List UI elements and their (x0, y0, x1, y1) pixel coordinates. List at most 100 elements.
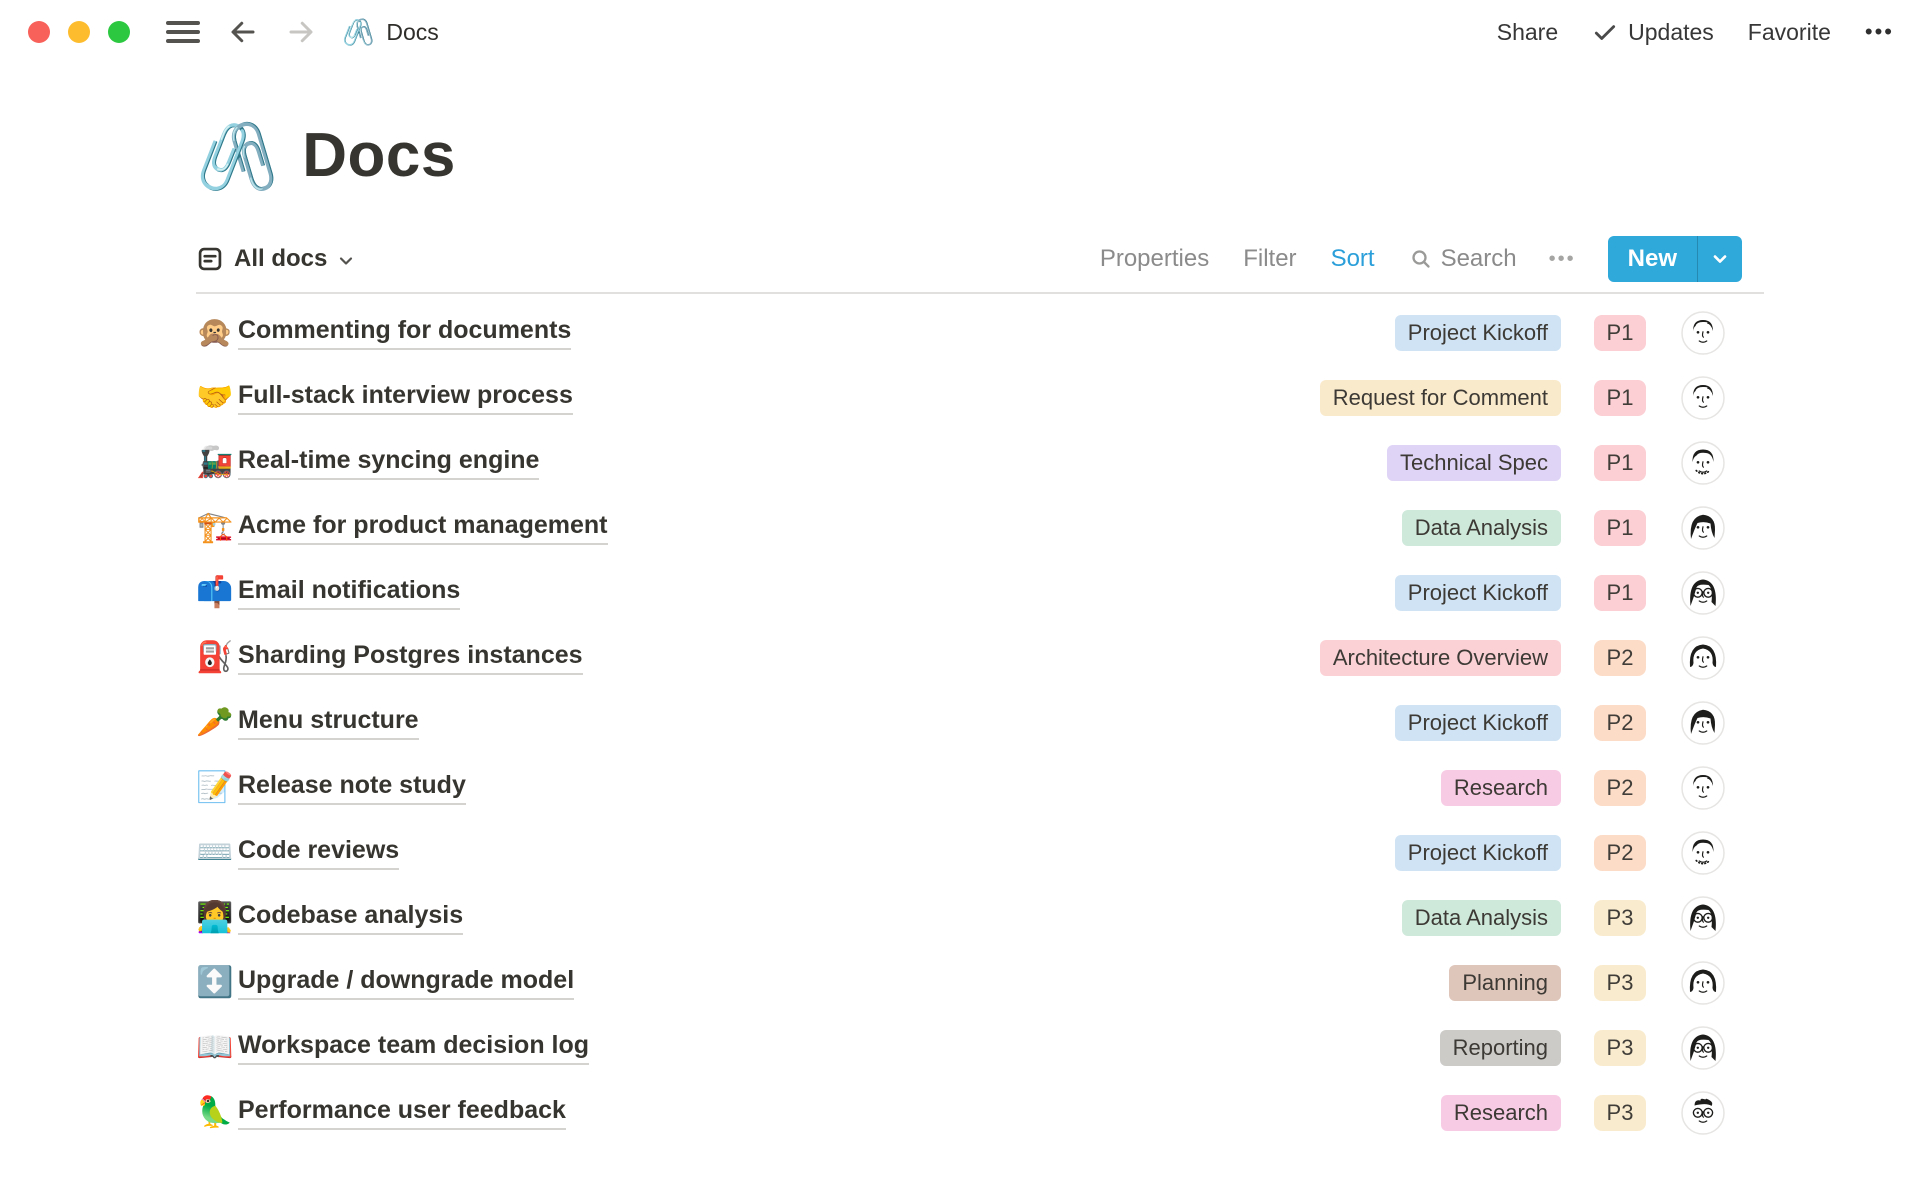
doc-title-link[interactable]: Acme for product management (238, 511, 608, 545)
doc-title-link[interactable]: Code reviews (238, 836, 399, 870)
priority-badge[interactable]: P3 (1594, 900, 1647, 936)
table-row[interactable]: 🚂 Real-time syncing engine Technical Spe… (196, 430, 1764, 495)
doc-type-tag[interactable]: Data Analysis (1402, 510, 1561, 546)
doc-type-tag[interactable]: Project Kickoff (1395, 835, 1561, 871)
doc-type-tag[interactable]: Architecture Overview (1320, 640, 1561, 676)
doc-type-tag[interactable]: Reporting (1440, 1030, 1561, 1066)
assignee-avatar[interactable] (1681, 766, 1725, 810)
priority-badge[interactable]: P1 (1594, 575, 1647, 611)
doc-emoji-icon: ↕️ (196, 968, 238, 998)
doc-emoji-icon: 🥕 (196, 708, 238, 738)
favorite-button[interactable]: Favorite (1748, 19, 1831, 46)
sort-button[interactable]: Sort (1331, 245, 1375, 273)
page-paperclip-icon: 🖇️ (196, 123, 278, 189)
doc-title-link[interactable]: Sharding Postgres instances (238, 641, 583, 675)
updates-button[interactable]: Updates (1592, 19, 1714, 46)
doc-type-tag[interactable]: Research (1441, 1095, 1561, 1131)
view-switcher[interactable]: All docs (196, 245, 355, 273)
table-row[interactable]: 🥕 Menu structure Project Kickoff P2 (196, 690, 1764, 755)
table-row[interactable]: 🙊 Commenting for documents Project Kicko… (196, 300, 1764, 365)
page-title: Docs (302, 120, 456, 191)
share-button[interactable]: Share (1497, 19, 1558, 46)
table-row[interactable]: 🦜 Performance user feedback Research P3 (196, 1080, 1764, 1145)
doc-type-tag[interactable]: Research (1441, 770, 1561, 806)
page-header: 🖇️ Docs (196, 120, 1764, 191)
priority-badge[interactable]: P1 (1594, 510, 1647, 546)
table-row[interactable]: 🏗️ Acme for product management Data Anal… (196, 495, 1764, 560)
table-row[interactable]: 📝 Release note study Research P2 (196, 755, 1764, 820)
doc-title-link[interactable]: Menu structure (238, 706, 419, 740)
doc-title-link[interactable]: Full-stack interview process (238, 381, 573, 415)
assignee-avatar[interactable] (1681, 961, 1725, 1005)
filter-button[interactable]: Filter (1243, 245, 1296, 273)
priority-badge[interactable]: P1 (1594, 380, 1647, 416)
assignee-avatar[interactable] (1681, 1091, 1725, 1135)
properties-button[interactable]: Properties (1100, 245, 1209, 273)
window-titlebar: 🖇️ Docs Share Updates Favorite ••• (0, 0, 1920, 64)
doc-emoji-icon: 🙊 (196, 318, 238, 348)
doc-type-tag[interactable]: Planning (1449, 965, 1561, 1001)
doc-emoji-icon: 🏗️ (196, 513, 238, 543)
assignee-avatar[interactable] (1681, 831, 1725, 875)
sidebar-toggle-icon[interactable] (166, 21, 200, 43)
table-row[interactable]: ↕️ Upgrade / downgrade model Planning P3 (196, 950, 1764, 1015)
view-toolbar: All docs Properties Filter Sort Search •… (196, 235, 1764, 283)
new-doc-button[interactable]: New (1608, 236, 1697, 282)
doc-type-tag[interactable]: Technical Spec (1387, 445, 1561, 481)
table-row[interactable]: 🤝 Full-stack interview process Request f… (196, 365, 1764, 430)
assignee-avatar[interactable] (1681, 376, 1725, 420)
new-doc-dropdown-button[interactable] (1697, 236, 1742, 282)
search-button[interactable]: Search (1409, 245, 1517, 273)
zoom-window-button[interactable] (108, 21, 130, 43)
priority-badge[interactable]: P1 (1594, 315, 1647, 351)
view-more-options-icon[interactable]: ••• (1549, 248, 1576, 271)
table-row[interactable]: ⛽ Sharding Postgres instances Architectu… (196, 625, 1764, 690)
doc-emoji-icon: 🚂 (196, 448, 238, 478)
assignee-avatar[interactable] (1681, 636, 1725, 680)
minimize-window-button[interactable] (68, 21, 90, 43)
priority-badge[interactable]: P2 (1594, 835, 1647, 871)
priority-badge[interactable]: P3 (1594, 1095, 1647, 1131)
table-row[interactable]: 👩‍💻 Codebase analysis Data Analysis P3 (196, 885, 1764, 950)
doc-emoji-icon: ⛽ (196, 643, 238, 673)
doc-type-tag[interactable]: Project Kickoff (1395, 575, 1561, 611)
doc-type-tag[interactable]: Project Kickoff (1395, 315, 1561, 351)
doc-title-link[interactable]: Commenting for documents (238, 316, 571, 350)
search-icon (1409, 247, 1433, 271)
forward-arrow-icon (286, 17, 316, 47)
assignee-avatar[interactable] (1681, 1026, 1725, 1070)
assignee-avatar[interactable] (1681, 571, 1725, 615)
close-window-button[interactable] (28, 21, 50, 43)
doc-title-link[interactable]: Workspace team decision log (238, 1031, 589, 1065)
more-options-icon[interactable]: ••• (1865, 19, 1894, 45)
breadcrumb-page-title[interactable]: Docs (386, 19, 438, 46)
chevron-down-icon (1710, 249, 1730, 269)
table-row[interactable]: 📖 Workspace team decision log Reporting … (196, 1015, 1764, 1080)
assignee-avatar[interactable] (1681, 896, 1725, 940)
priority-badge[interactable]: P2 (1594, 640, 1647, 676)
assignee-avatar[interactable] (1681, 701, 1725, 745)
table-row[interactable]: 📫 Email notifications Project Kickoff P1 (196, 560, 1764, 625)
priority-badge[interactable]: P2 (1594, 705, 1647, 741)
doc-type-tag[interactable]: Project Kickoff (1395, 705, 1561, 741)
table-row[interactable]: ⌨️ Code reviews Project Kickoff P2 (196, 820, 1764, 885)
doc-type-tag[interactable]: Data Analysis (1402, 900, 1561, 936)
view-name: All docs (234, 245, 327, 273)
doc-title-link[interactable]: Release note study (238, 771, 466, 805)
doc-title-link[interactable]: Performance user feedback (238, 1096, 566, 1130)
priority-badge[interactable]: P3 (1594, 965, 1647, 1001)
priority-badge[interactable]: P1 (1594, 445, 1647, 481)
doc-title-link[interactable]: Upgrade / downgrade model (238, 966, 574, 1000)
priority-badge[interactable]: P2 (1594, 770, 1647, 806)
priority-badge[interactable]: P3 (1594, 1030, 1647, 1066)
assignee-avatar[interactable] (1681, 506, 1725, 550)
doc-type-tag[interactable]: Request for Comment (1320, 380, 1561, 416)
doc-title-link[interactable]: Codebase analysis (238, 901, 463, 935)
check-icon (1592, 19, 1618, 45)
assignee-avatar[interactable] (1681, 441, 1725, 485)
doc-title-link[interactable]: Email notifications (238, 576, 460, 610)
assignee-avatar[interactable] (1681, 311, 1725, 355)
new-doc-split-button[interactable]: New (1608, 236, 1742, 282)
doc-title-link[interactable]: Real-time syncing engine (238, 446, 539, 480)
back-arrow-icon[interactable] (228, 17, 258, 47)
